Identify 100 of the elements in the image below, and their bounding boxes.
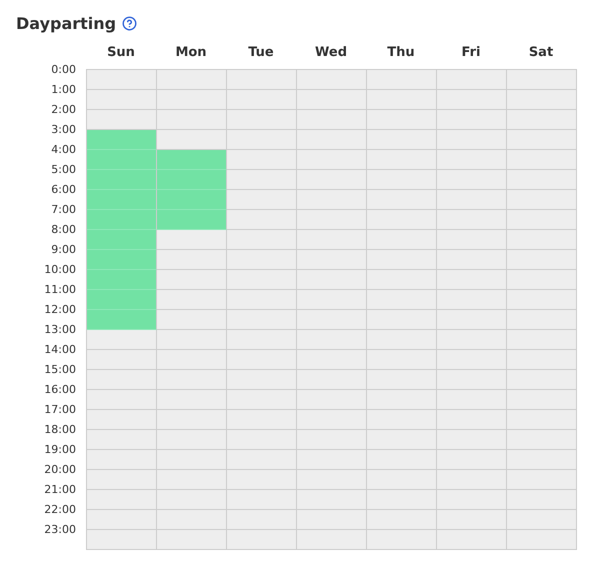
time-slot[interactable] — [297, 530, 367, 550]
time-slot[interactable] — [367, 390, 437, 410]
time-slot[interactable] — [297, 70, 367, 90]
time-slot[interactable] — [157, 510, 227, 530]
time-slot[interactable] — [437, 450, 507, 470]
time-slot[interactable] — [437, 370, 507, 390]
time-slot[interactable] — [227, 350, 297, 370]
time-slot[interactable] — [87, 410, 157, 430]
time-slot[interactable] — [157, 430, 227, 450]
time-slot[interactable] — [227, 110, 297, 130]
time-slot[interactable] — [297, 490, 367, 510]
time-slot[interactable] — [437, 510, 507, 530]
time-slot[interactable] — [87, 250, 157, 270]
time-slot[interactable] — [297, 470, 367, 490]
time-slot[interactable] — [87, 430, 157, 450]
time-slot[interactable] — [87, 330, 157, 350]
time-slot[interactable] — [367, 290, 437, 310]
time-slot[interactable] — [367, 510, 437, 530]
time-slot[interactable] — [157, 90, 227, 110]
time-slot[interactable] — [507, 490, 577, 510]
time-slot[interactable] — [87, 510, 157, 530]
time-slot[interactable] — [507, 170, 577, 190]
time-slot[interactable] — [297, 150, 367, 170]
time-slot[interactable] — [507, 430, 577, 450]
time-slot[interactable] — [507, 370, 577, 390]
time-slot[interactable] — [367, 470, 437, 490]
time-slot[interactable] — [157, 290, 227, 310]
time-slot[interactable] — [227, 390, 297, 410]
time-slot[interactable] — [87, 530, 157, 550]
time-slot[interactable] — [157, 310, 227, 330]
time-slot[interactable] — [437, 410, 507, 430]
time-slot[interactable] — [367, 130, 437, 150]
time-slot[interactable] — [297, 330, 367, 350]
time-slot[interactable] — [437, 230, 507, 250]
time-slot[interactable] — [297, 170, 367, 190]
time-slot[interactable] — [87, 130, 157, 150]
time-slot[interactable] — [227, 430, 297, 450]
time-slot[interactable] — [507, 110, 577, 130]
time-slot[interactable] — [437, 310, 507, 330]
time-slot[interactable] — [87, 190, 157, 210]
time-slot[interactable] — [157, 530, 227, 550]
time-slot[interactable] — [507, 190, 577, 210]
time-slot[interactable] — [157, 190, 227, 210]
time-slot[interactable] — [227, 190, 297, 210]
time-slot[interactable] — [297, 370, 367, 390]
time-slot[interactable] — [227, 470, 297, 490]
time-slot[interactable] — [157, 170, 227, 190]
time-slot[interactable] — [87, 390, 157, 410]
time-slot[interactable] — [367, 430, 437, 450]
time-slot[interactable] — [367, 350, 437, 370]
time-slot[interactable] — [507, 390, 577, 410]
time-slot[interactable] — [227, 250, 297, 270]
time-slot[interactable] — [437, 530, 507, 550]
time-slot[interactable] — [227, 330, 297, 350]
time-slot[interactable] — [227, 130, 297, 150]
time-slot[interactable] — [367, 370, 437, 390]
time-slot[interactable] — [157, 210, 227, 230]
time-slot[interactable] — [87, 110, 157, 130]
time-slot[interactable] — [297, 250, 367, 270]
time-slot[interactable] — [437, 250, 507, 270]
time-slot[interactable] — [437, 350, 507, 370]
time-slot[interactable] — [87, 470, 157, 490]
time-slot[interactable] — [367, 70, 437, 90]
time-slot[interactable] — [507, 330, 577, 350]
time-slot[interactable] — [157, 450, 227, 470]
time-slot[interactable] — [437, 130, 507, 150]
time-slot[interactable] — [157, 150, 227, 170]
time-slot[interactable] — [87, 150, 157, 170]
time-slot[interactable] — [437, 430, 507, 450]
time-slot[interactable] — [297, 90, 367, 110]
time-slot[interactable] — [367, 310, 437, 330]
time-slot[interactable] — [507, 130, 577, 150]
time-slot[interactable] — [227, 530, 297, 550]
time-slot[interactable] — [297, 270, 367, 290]
time-slot[interactable] — [87, 450, 157, 470]
time-slot[interactable] — [87, 350, 157, 370]
time-slot[interactable] — [437, 330, 507, 350]
time-slot[interactable] — [367, 210, 437, 230]
time-slot[interactable] — [227, 70, 297, 90]
time-slot[interactable] — [297, 410, 367, 430]
time-slot[interactable] — [157, 390, 227, 410]
time-slot[interactable] — [297, 450, 367, 470]
time-slot[interactable] — [507, 410, 577, 430]
time-slot[interactable] — [507, 350, 577, 370]
time-slot[interactable] — [227, 490, 297, 510]
time-slot[interactable] — [507, 470, 577, 490]
time-slot[interactable] — [87, 310, 157, 330]
time-slot[interactable] — [507, 150, 577, 170]
time-slot[interactable] — [297, 290, 367, 310]
help-icon[interactable] — [122, 16, 138, 30]
time-slot[interactable] — [437, 90, 507, 110]
time-slot[interactable] — [297, 430, 367, 450]
time-slot[interactable] — [227, 270, 297, 290]
time-slot[interactable] — [367, 530, 437, 550]
time-slot[interactable] — [227, 410, 297, 430]
time-slot[interactable] — [227, 230, 297, 250]
time-slot[interactable] — [87, 230, 157, 250]
time-slot[interactable] — [157, 130, 227, 150]
time-slot[interactable] — [297, 110, 367, 130]
time-slot[interactable] — [227, 290, 297, 310]
